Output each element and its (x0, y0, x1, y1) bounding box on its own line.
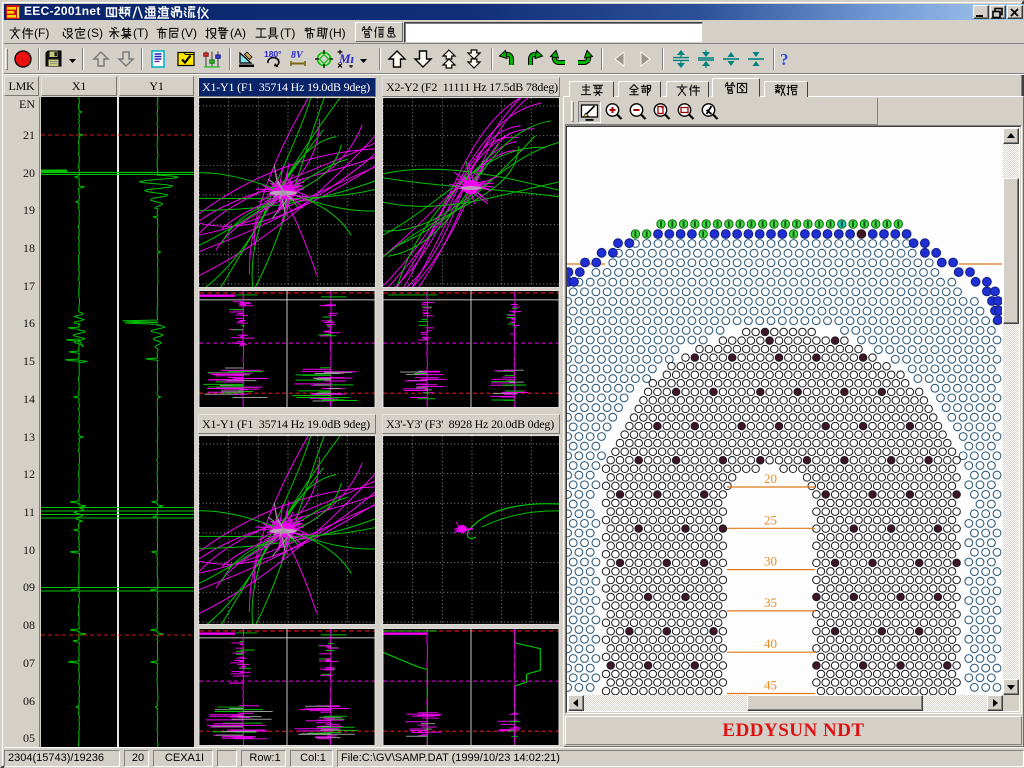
svg-text:25: 25 (764, 512, 777, 527)
svg-text:20: 20 (764, 471, 777, 486)
svg-text:35: 35 (764, 595, 777, 610)
svg-text:40: 40 (764, 636, 777, 651)
svg-text:?: ? (780, 50, 789, 69)
svg-text:30: 30 (764, 554, 777, 569)
svg-text:45: 45 (764, 678, 777, 693)
svg-text:Mı: Mı (338, 51, 355, 66)
svg-text:8V: 8V (291, 50, 304, 61)
